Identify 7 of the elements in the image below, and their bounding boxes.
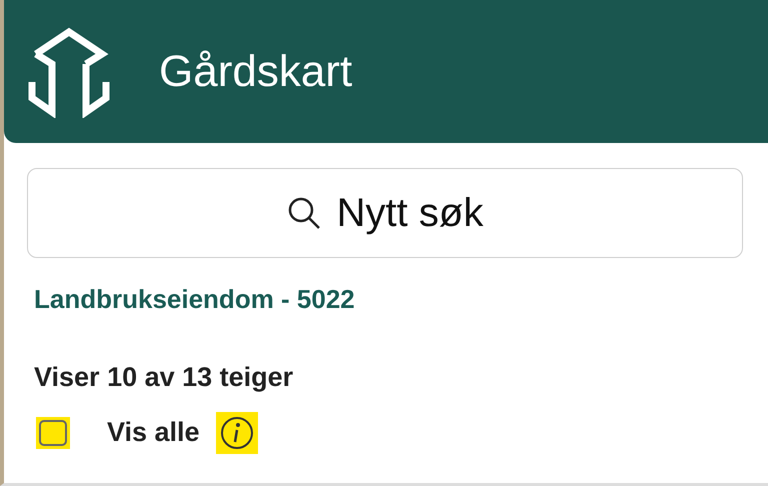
parcel-count-text: Viser 10 av 13 teiger [34, 361, 294, 394]
property-link[interactable]: Landbrukseiendom - 5022 [34, 284, 355, 314]
search-button[interactable]: Nytt søk [27, 168, 743, 258]
search-icon [286, 196, 321, 230]
show-all-label: Vis alle [107, 416, 200, 450]
app-title: Gårdskart [159, 46, 352, 98]
show-all-checkbox[interactable] [36, 416, 70, 448]
